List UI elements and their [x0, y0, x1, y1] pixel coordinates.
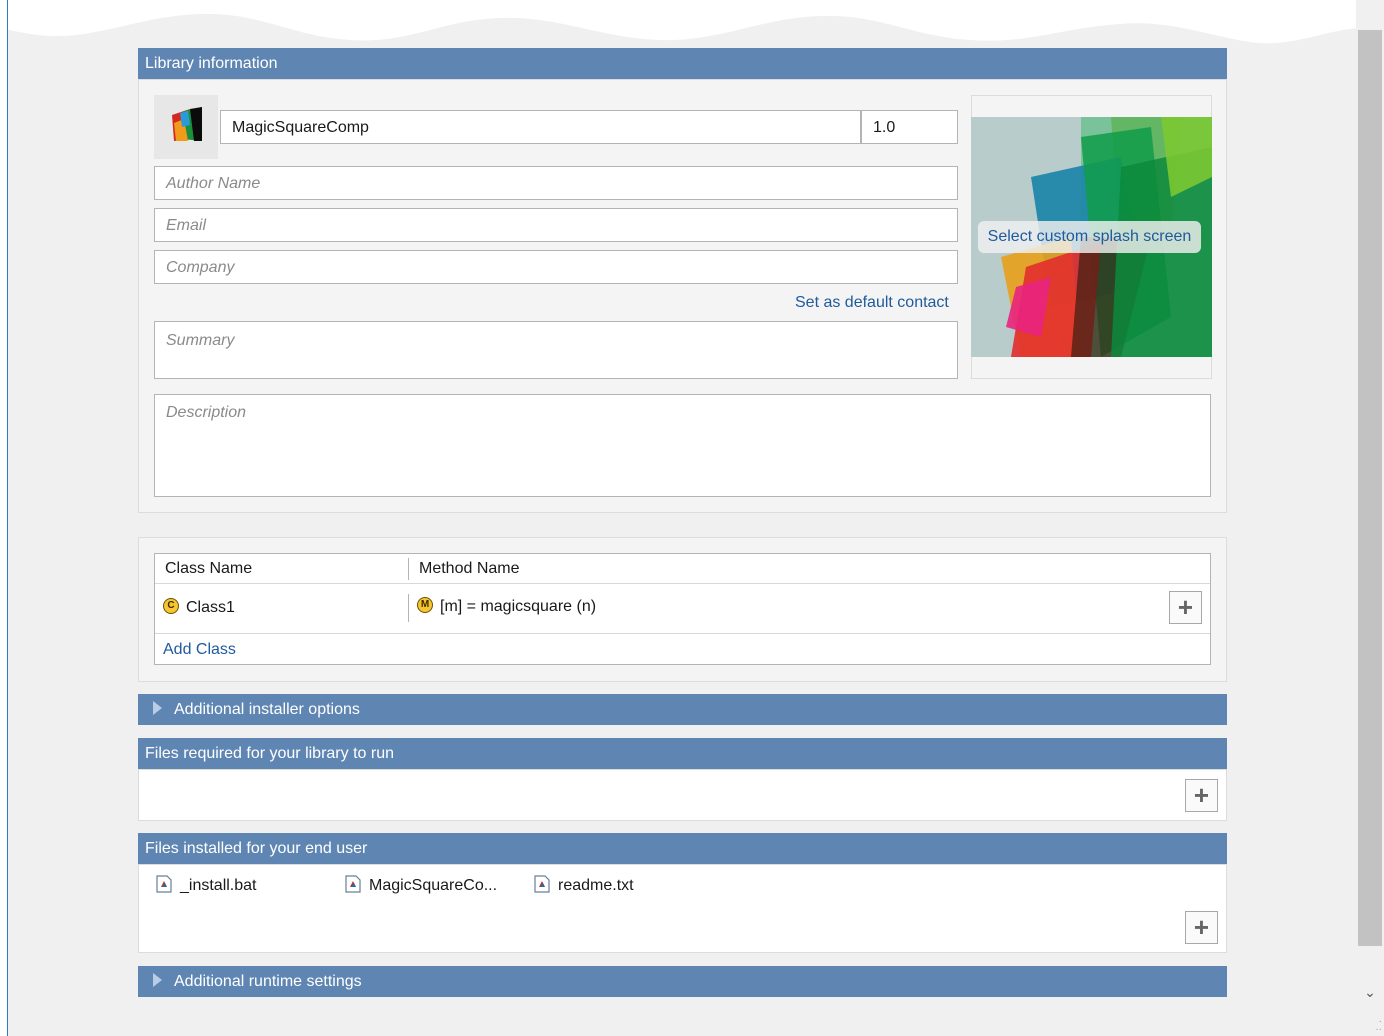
additional-runtime-settings-label: Additional runtime settings	[174, 973, 362, 990]
add-class-link[interactable]: Add Class	[163, 641, 236, 659]
triangle-right-icon	[153, 972, 162, 987]
file-name: MagicSquareCo...	[369, 877, 498, 894]
add-required-file-button[interactable]: +	[1185, 779, 1218, 812]
file-name: _install.bat	[180, 877, 257, 894]
file-name: readme.txt	[558, 877, 634, 894]
classes-table: Class Name Method Name C Class1 M [m] = ma…	[154, 553, 1211, 665]
scrollbar-thumb[interactable]	[1358, 30, 1382, 946]
file-item[interactable]: readme.txt	[534, 875, 634, 897]
plus-icon: +	[1193, 780, 1210, 810]
method-m-icon: M	[417, 596, 433, 613]
torn-edge-decoration	[0, 0, 1384, 44]
plus-icon: +	[1193, 912, 1210, 942]
method-signature: [m] = magicsquare (n)	[440, 598, 597, 615]
table-row[interactable]: C Class1 M [m] = magicsquare (n)	[155, 584, 1210, 633]
matlab-app-icon	[172, 107, 202, 141]
column-header-method-name[interactable]: Method Name	[409, 554, 1109, 583]
files-installed-panel	[138, 864, 1227, 953]
matlab-file-icon	[345, 875, 361, 893]
company-input[interactable]: Company	[154, 250, 958, 284]
file-item[interactable]: MagicSquareCo...	[345, 875, 497, 897]
description-input[interactable]: Description	[154, 394, 1211, 497]
additional-runtime-settings-header[interactable]: Additional runtime settings	[138, 966, 1227, 997]
additional-installer-options-header[interactable]: Additional installer options	[138, 694, 1227, 725]
additional-installer-options-label: Additional installer options	[174, 701, 360, 718]
library-name-input[interactable]: MagicSquareComp	[220, 110, 861, 144]
author-name-input[interactable]: Author Name	[154, 166, 958, 200]
method-cell[interactable]: M [m] = magicsquare (n)	[417, 596, 596, 618]
summary-input[interactable]: Summary	[154, 321, 958, 379]
email-input[interactable]: Email	[154, 208, 958, 242]
class-c-icon: C	[163, 597, 179, 614]
matlab-file-icon	[156, 875, 172, 893]
app-icon-button[interactable]	[154, 95, 218, 159]
chevron-down-icon[interactable]: ⌄	[1358, 980, 1382, 1004]
triangle-right-icon	[153, 700, 162, 715]
add-method-button[interactable]: +	[1169, 591, 1202, 624]
files-required-header: Files required for your library to run	[138, 738, 1227, 769]
file-item[interactable]: _install.bat	[156, 875, 257, 897]
class-name: Class1	[186, 599, 235, 616]
class-cell[interactable]: C Class1	[163, 597, 235, 619]
version-input[interactable]: 1.0	[861, 110, 958, 144]
cell-divider	[408, 594, 409, 622]
resize-grip-icon[interactable]: · ··	[1366, 1017, 1382, 1035]
column-header-class-name[interactable]: Class Name	[155, 554, 408, 583]
add-installed-file-button[interactable]: +	[1185, 911, 1218, 944]
plus-icon: +	[1177, 592, 1194, 622]
matlab-file-icon	[534, 875, 550, 893]
window-left-border	[0, 0, 8, 1036]
files-installed-header: Files installed for your end user	[138, 833, 1227, 864]
set-default-contact-link[interactable]: Set as default contact	[795, 294, 949, 312]
row-divider	[155, 633, 1210, 634]
files-required-panel	[138, 769, 1227, 821]
library-information-header: Library information	[138, 48, 1227, 79]
select-custom-splash-screen-button[interactable]: Select custom splash screen	[978, 221, 1201, 253]
